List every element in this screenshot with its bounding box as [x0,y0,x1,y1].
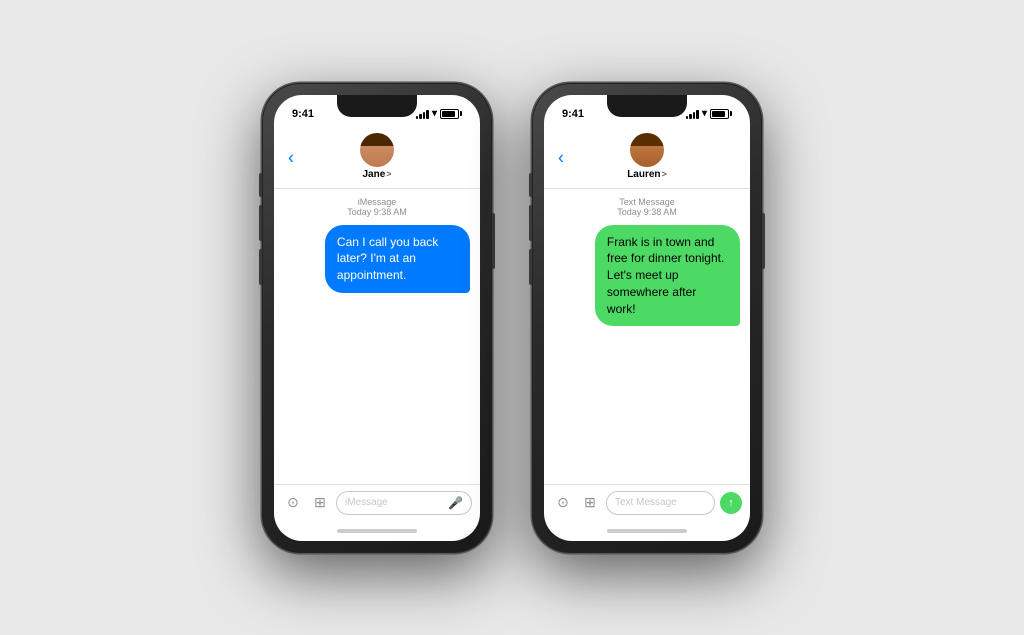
home-bar-1 [337,529,417,533]
phone-imessage: 9:41 ▾ ‹ [262,83,492,553]
home-indicator-2 [544,521,750,541]
volume-down-button [259,249,262,285]
status-time-1: 9:41 [292,108,314,120]
contact-info-2[interactable]: Lauren > [627,133,667,180]
phone-frame-2: 9:41 ▾ ‹ [532,83,762,553]
phone-screen-2: 9:41 ▾ ‹ [544,95,750,541]
mute-button [259,173,262,197]
contact-name-2: Lauren > [627,169,667,180]
phone-textmessage: 9:41 ▾ ‹ [532,83,762,553]
message-area-2: Text Message Today 9:38 AM Frank is in t… [544,189,750,484]
message-input-2[interactable]: Text Message [606,491,715,515]
camera-icon-2[interactable]: ⊙ [552,492,574,514]
message-input-1[interactable]: iMessage 🎤 [336,491,472,515]
volume-up-button-2 [529,205,532,241]
app-store-icon[interactable]: ⊞ [309,492,331,514]
message-area-1: iMessage Today 9:38 AM Can I call you ba… [274,189,480,484]
input-bar-2: ⊙ ⊞ Text Message ↑ [544,484,750,521]
back-button-1[interactable]: ‹ [288,148,294,169]
signal-icon [416,109,429,119]
avatar-hair-2 [630,133,664,147]
send-button[interactable]: ↑ [720,492,742,514]
message-meta-2: Text Message Today 9:38 AM [554,197,740,217]
back-button-2[interactable]: ‹ [558,148,564,169]
contact-name-1: Jane > [362,169,391,180]
home-indicator-1 [274,521,480,541]
battery-icon-2 [710,109,732,119]
nav-bar-1: ‹ Jane > [274,129,480,189]
input-bar-1: ⊙ ⊞ iMessage 🎤 [274,484,480,521]
status-time-2: 9:41 [562,108,584,120]
mic-icon[interactable]: 🎤 [448,496,463,510]
power-button-2 [762,213,765,269]
message-bubble-2: Frank is in town and free for dinner ton… [595,225,740,327]
status-icons-1: ▾ [416,108,462,119]
phone-screen-1: 9:41 ▾ ‹ [274,95,480,541]
contact-avatar-jane [360,133,394,167]
signal-icon-2 [686,109,699,119]
notch [337,95,417,117]
nav-bar-2: ‹ Lauren > [544,129,750,189]
power-button [492,213,495,269]
volume-down-button-2 [529,249,532,285]
mute-button-2 [529,173,532,197]
avatar-hair [360,133,394,147]
message-bubble-1: Can I call you back later? I'm at an app… [325,225,470,293]
phone-frame-1: 9:41 ▾ ‹ [262,83,492,553]
message-meta-1: iMessage Today 9:38 AM [284,197,470,217]
battery-icon [440,109,462,119]
wifi-icon-2: ▾ [702,108,707,119]
volume-up-button [259,205,262,241]
app-store-icon-2[interactable]: ⊞ [579,492,601,514]
contact-avatar-lauren [630,133,664,167]
wifi-icon: ▾ [432,108,437,119]
contact-info-1[interactable]: Jane > [360,133,394,180]
camera-icon[interactable]: ⊙ [282,492,304,514]
notch-2 [607,95,687,117]
home-bar-2 [607,529,687,533]
status-icons-2: ▾ [686,108,732,119]
